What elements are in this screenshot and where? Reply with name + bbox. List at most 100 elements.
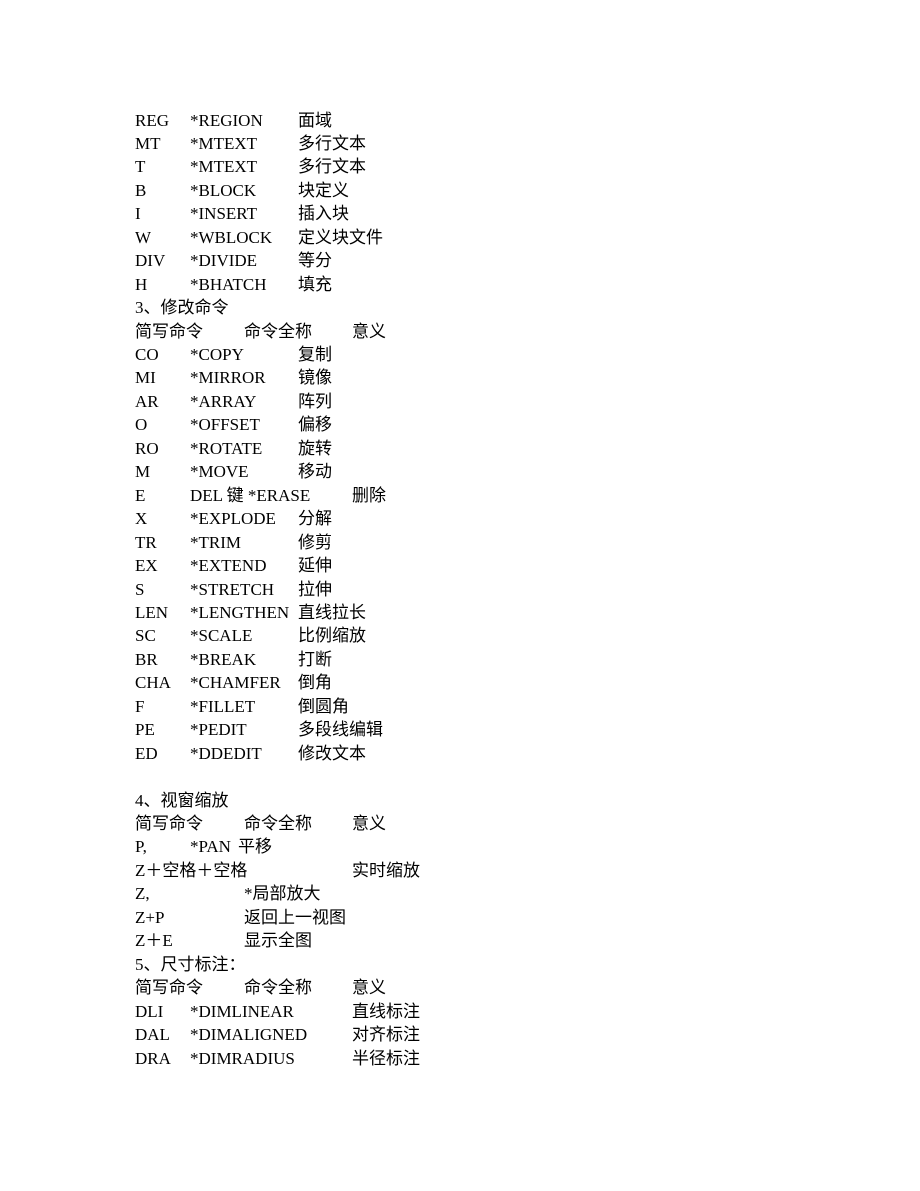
- command-abbreviation: MI: [135, 368, 156, 388]
- command-abbreviation: DIV: [135, 251, 166, 271]
- command-abbreviation: CO: [135, 345, 159, 364]
- command-abbreviation: B: [135, 180, 147, 200]
- command-abbreviation: X: [135, 509, 148, 529]
- command-full-name: *EXTEND: [190, 556, 267, 576]
- command-abbreviation: DAL: [135, 1025, 170, 1045]
- command-full-name: *WBLOCK: [190, 227, 273, 247]
- command-full-name: *DIMALIGNED: [190, 1025, 308, 1045]
- command-full-name: 显示全图: [244, 931, 312, 951]
- section-title: 3、修改命令: [135, 298, 229, 318]
- command-abbreviation: Z,: [135, 884, 150, 904]
- command-meaning: 多行文本: [298, 157, 366, 177]
- command-meaning: 拉伸: [298, 579, 332, 599]
- command-meaning: 直线拉长: [298, 602, 366, 622]
- command-full-name: DEL 键 *ERASE: [190, 485, 311, 505]
- command-meaning: 删除: [352, 485, 386, 505]
- command-meaning: 修剪: [298, 532, 332, 552]
- command-abbreviation: EX: [135, 556, 158, 576]
- command-abbreviation: LEN: [135, 602, 169, 622]
- command-meaning: 半径标注: [352, 1048, 420, 1068]
- command-full-name: *BLOCK: [190, 180, 257, 200]
- command-abbreviation: DRA: [135, 1048, 171, 1068]
- command-abbreviation: O: [135, 415, 148, 435]
- command-abbreviation: PE: [135, 720, 155, 740]
- command-full-name: *REGION: [190, 110, 263, 130]
- command-abbreviation: BR: [135, 649, 158, 669]
- command-full-name: *ROTATE: [190, 438, 263, 458]
- command-full-name: *DDEDIT: [190, 743, 262, 763]
- header-abbreviation: 简写命令: [135, 321, 203, 341]
- command-full-name: *FILLET: [190, 696, 256, 716]
- command-meaning: 等分: [298, 251, 332, 271]
- header-full-name: 命令全称: [244, 321, 312, 341]
- command-full-name: *OFFSET: [190, 415, 260, 435]
- command-abbreviation: TR: [135, 532, 157, 552]
- command-meaning: 对齐标注: [352, 1025, 420, 1045]
- command-meaning: 多行文本: [298, 133, 366, 153]
- command-full-name: 返回上一视图: [244, 907, 346, 927]
- command-meaning: 多段线编辑: [298, 720, 383, 740]
- command-full-name: *局部放大: [244, 884, 321, 904]
- command-full-name: *SCALE: [190, 626, 253, 646]
- command-abbreviation: REG: [135, 110, 169, 130]
- command-full-name: *MIRROR: [190, 368, 266, 388]
- header-full-name: 命令全称: [244, 978, 312, 998]
- command-full-name: *MTEXT: [190, 157, 258, 177]
- command-meaning: 分解: [298, 509, 332, 529]
- command-meaning: 倒角: [298, 673, 332, 693]
- command-meaning: 镜像: [298, 368, 332, 388]
- command-full-name: *MTEXT: [190, 133, 258, 153]
- header-abbreviation: 简写命令: [135, 814, 203, 833]
- command-meaning: 移动: [298, 462, 332, 482]
- command-full-name: *DIVIDE: [190, 251, 258, 271]
- command-meaning: 阵列: [298, 391, 332, 411]
- command-abbreviation: ED: [135, 743, 158, 763]
- command-abbreviation: Z＋空格＋空格: [135, 860, 248, 880]
- section-title: 4、视窗缩放: [135, 790, 229, 810]
- command-meaning: 直线标注: [352, 1001, 420, 1021]
- command-full-name: *EXPLODE: [190, 509, 276, 529]
- command-full-name: *ARRAY: [190, 391, 257, 411]
- command-meaning: 延伸: [298, 556, 332, 576]
- header-abbreviation: 简写命令: [135, 978, 203, 998]
- section-title: 5、尺寸标注：: [135, 954, 246, 974]
- command-abbreviation: P,: [135, 837, 147, 857]
- command-full-name: *MOVE: [190, 462, 249, 482]
- header-full-name: 命令全称: [244, 814, 312, 833]
- command-meaning: 填充: [298, 274, 332, 294]
- header-meaning: 意义: [352, 978, 386, 998]
- command-abbreviation: DLI: [135, 1001, 164, 1021]
- command-abbreviation: I: [135, 204, 141, 224]
- command-full-name: *PEDIT: [190, 720, 247, 740]
- command-full-name: *PAN: [190, 837, 231, 857]
- header-meaning: 意义: [352, 321, 386, 341]
- command-abbreviation: T: [135, 157, 146, 177]
- command-full-name: *DIMRADIUS: [190, 1048, 295, 1068]
- command-abbreviation: RO: [135, 438, 159, 458]
- command-meaning: 平移: [238, 837, 272, 857]
- command-full-name: *CHAMFER: [190, 673, 281, 693]
- command-abbreviation: M: [135, 462, 151, 482]
- command-abbreviation: Z＋E: [135, 931, 173, 951]
- command-meaning: 复制: [298, 345, 332, 364]
- header-meaning: 意义: [352, 814, 386, 833]
- command-full-name: *LENGTHEN: [190, 602, 290, 622]
- command-full-name: *STRETCH: [190, 579, 275, 599]
- command-full-name: *BHATCH: [190, 274, 267, 294]
- command-abbreviation: S: [135, 579, 145, 599]
- command-meaning: 倒圆角: [298, 696, 349, 716]
- command-meaning: 旋转: [298, 438, 332, 458]
- command-meaning: 块定义: [298, 180, 349, 200]
- command-full-name: *COPY: [190, 345, 244, 364]
- command-abbreviation: H: [135, 274, 148, 294]
- command-full-name: *BREAK: [190, 649, 257, 669]
- command-abbreviation: W: [135, 227, 152, 247]
- command-meaning: 实时缩放: [352, 860, 420, 880]
- command-meaning: 面域: [298, 110, 332, 130]
- command-meaning: 定义块文件: [298, 227, 383, 247]
- command-full-name: *DIMLINEAR: [190, 1001, 294, 1021]
- command-abbreviation: CHA: [135, 673, 171, 693]
- command-full-name: *TRIM: [190, 532, 241, 552]
- command-meaning: 比例缩放: [298, 626, 366, 646]
- command-full-name: *INSERT: [190, 204, 257, 224]
